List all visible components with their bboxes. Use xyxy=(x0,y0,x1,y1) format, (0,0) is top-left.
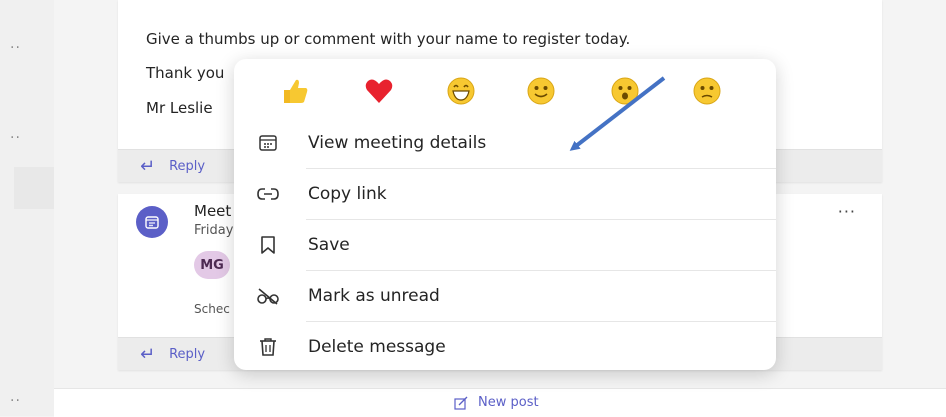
calendar-icon xyxy=(145,216,159,229)
menu-item-label: View meeting details xyxy=(308,133,487,153)
left-rail: ·· ·· ·· xyxy=(0,0,54,416)
sad-icon[interactable] xyxy=(692,76,722,106)
reply-arrow-icon: ↵ xyxy=(140,344,156,365)
menu-item-view-meeting-details[interactable]: View meeting details xyxy=(234,118,776,168)
heart-icon[interactable] xyxy=(364,76,394,106)
calendar-icon xyxy=(256,131,280,155)
rail-more-icon[interactable]: ·· xyxy=(10,130,21,146)
menu-item-label: Mark as unread xyxy=(308,286,440,306)
meeting-title[interactable]: Meet xyxy=(194,202,231,220)
menu-item-label: Copy link xyxy=(308,184,387,204)
post-line: Thank you xyxy=(146,64,225,82)
glasses-off-icon xyxy=(256,284,280,308)
participant-avatar[interactable]: MG xyxy=(194,251,230,279)
meeting-footer-text: Schec xyxy=(194,302,230,316)
more-options-icon[interactable]: ··· xyxy=(838,202,856,221)
reply-button[interactable]: ↵ Reply xyxy=(140,344,205,365)
reply-label: Reply xyxy=(169,159,206,174)
laugh-icon[interactable] xyxy=(446,76,476,106)
menu-item-save[interactable]: Save xyxy=(234,220,776,270)
menu-item-copy-link[interactable]: Copy link xyxy=(234,169,776,219)
link-icon xyxy=(256,182,280,206)
menu-item-mark-as-unread[interactable]: Mark as unread xyxy=(234,271,776,321)
reply-button[interactable]: ↵ Reply xyxy=(140,156,205,177)
rail-more-icon[interactable]: ·· xyxy=(10,40,21,56)
rail-more-icon[interactable]: ·· xyxy=(10,393,21,409)
surprised-icon[interactable] xyxy=(610,76,640,106)
new-post-bar: New post xyxy=(54,388,946,417)
bookmark-icon xyxy=(256,233,280,257)
meeting-avatar xyxy=(136,206,168,238)
trash-icon xyxy=(256,335,280,359)
compose-icon xyxy=(454,396,468,410)
thumbs-up-icon[interactable] xyxy=(280,76,310,106)
meeting-time: Friday xyxy=(194,223,234,238)
new-post-button[interactable]: New post xyxy=(454,395,539,410)
menu-item-delete-message[interactable]: Delete message xyxy=(234,322,776,372)
smile-icon[interactable] xyxy=(526,76,556,106)
reply-label: Reply xyxy=(169,347,206,362)
context-menu: View meeting details Copy link Save Mark… xyxy=(234,59,776,370)
menu-item-label: Save xyxy=(308,235,350,255)
rail-selected-item[interactable] xyxy=(14,167,54,209)
reply-arrow-icon: ↵ xyxy=(140,156,156,177)
post-signature: Mr Leslie xyxy=(146,99,213,117)
new-post-label: New post xyxy=(478,395,539,410)
post-line: Give a thumbs up or comment with your na… xyxy=(146,30,631,48)
menu-item-label: Delete message xyxy=(308,337,446,357)
